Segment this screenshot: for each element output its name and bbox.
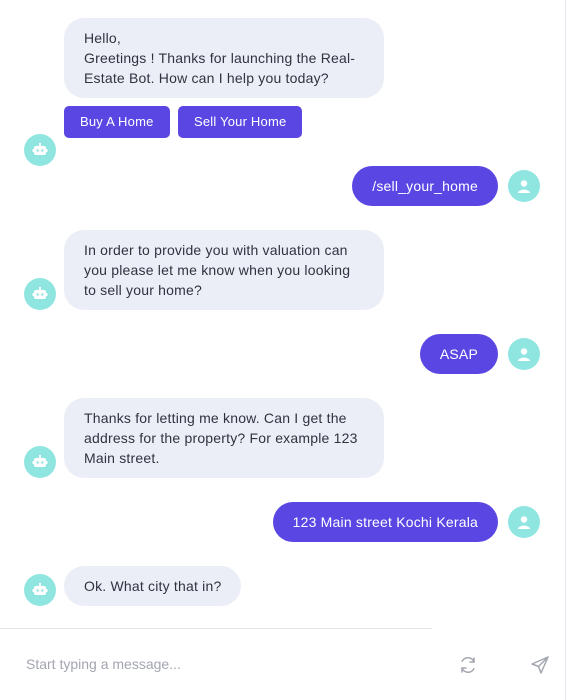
user-message-bubble: ASAP bbox=[419, 334, 498, 374]
message-text: Greetings ! Thanks for launching the Rea… bbox=[84, 50, 356, 86]
refresh-button[interactable] bbox=[456, 653, 480, 677]
message-text: Hello, bbox=[84, 30, 121, 46]
user-message-row: 123 Main street Kochi Kerala bbox=[272, 502, 540, 542]
bot-avatar bbox=[24, 446, 56, 478]
bot-message-row: Thanks for letting me know. Can I get th… bbox=[24, 398, 384, 478]
bot-avatar bbox=[24, 278, 56, 310]
robot-icon bbox=[32, 287, 48, 299]
user-avatar bbox=[508, 170, 540, 202]
robot-icon bbox=[32, 143, 48, 155]
user-avatar bbox=[508, 338, 540, 370]
quick-replies: Buy A Home Sell Your Home bbox=[64, 106, 384, 138]
robot-icon bbox=[32, 583, 48, 595]
bot-message-bubble: In order to provide you with valuation c… bbox=[64, 230, 384, 310]
buy-a-home-button[interactable]: Buy A Home bbox=[64, 106, 170, 138]
sell-your-home-button[interactable]: Sell Your Home bbox=[178, 106, 303, 138]
bot-message-row: In order to provide you with valuation c… bbox=[24, 230, 384, 310]
user-icon bbox=[518, 348, 530, 361]
bot-message-bubble: Ok. What city that in? bbox=[64, 566, 242, 606]
refresh-icon bbox=[461, 657, 475, 673]
send-icon bbox=[531, 656, 549, 674]
chat-log[interactable]: Hello, Greetings ! Thanks for launching … bbox=[0, 0, 566, 628]
user-message-row: ASAP bbox=[419, 334, 540, 374]
composer-divider bbox=[0, 628, 432, 629]
send-button[interactable] bbox=[528, 653, 552, 677]
bot-avatar bbox=[24, 574, 56, 606]
bot-message-row: Hello, Greetings ! Thanks for launching … bbox=[24, 18, 384, 166]
user-avatar bbox=[508, 506, 540, 538]
bot-message-row: Ok. What city that in? bbox=[24, 566, 242, 606]
message-input[interactable] bbox=[24, 652, 388, 676]
robot-icon bbox=[32, 455, 48, 467]
user-icon bbox=[518, 180, 530, 193]
user-message-row: /sell_your_home bbox=[352, 166, 540, 206]
user-message-bubble: 123 Main street Kochi Kerala bbox=[272, 502, 498, 542]
user-icon bbox=[518, 516, 530, 529]
bot-message-bubble: Hello, Greetings ! Thanks for launching … bbox=[64, 18, 384, 98]
user-message-bubble: /sell_your_home bbox=[352, 166, 498, 206]
bot-message-bubble: Thanks for letting me know. Can I get th… bbox=[64, 398, 384, 478]
bot-avatar bbox=[24, 134, 56, 166]
